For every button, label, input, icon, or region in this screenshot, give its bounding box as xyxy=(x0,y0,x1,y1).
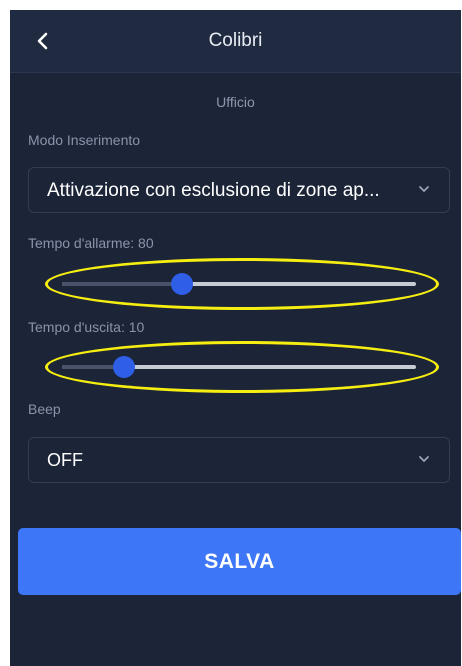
chevron-down-icon xyxy=(419,186,429,192)
zone-subtitle: Ufficio xyxy=(216,94,255,110)
slider-thumb[interactable] xyxy=(112,356,135,378)
beep-select[interactable]: OFF xyxy=(28,437,450,483)
mode-label: Modo Inserimento xyxy=(28,132,141,148)
exit-time-label: Tempo d'uscita: 10 xyxy=(28,319,145,335)
save-button[interactable]: SALVA xyxy=(18,528,461,595)
slider-thumb[interactable] xyxy=(171,273,194,295)
slider-fill xyxy=(62,282,183,286)
app-header: Colibri xyxy=(10,10,461,73)
page-title: Colibri xyxy=(208,30,263,51)
beep-selected-value: OFF xyxy=(47,450,83,470)
alarm-time-slider[interactable] xyxy=(62,272,416,296)
alarm-time-label: Tempo d'allarme: 80 xyxy=(28,235,154,251)
mode-select[interactable]: Attivazione con esclusione di zone ap... xyxy=(28,167,450,213)
chevron-down-icon xyxy=(419,456,429,462)
exit-time-slider[interactable] xyxy=(62,355,416,379)
settings-screen: Colibri Ufficio Modo Inserimento Attivaz… xyxy=(10,10,461,666)
mode-selected-value: Attivazione con esclusione di zone ap... xyxy=(47,180,380,201)
beep-label: Beep xyxy=(28,401,61,417)
